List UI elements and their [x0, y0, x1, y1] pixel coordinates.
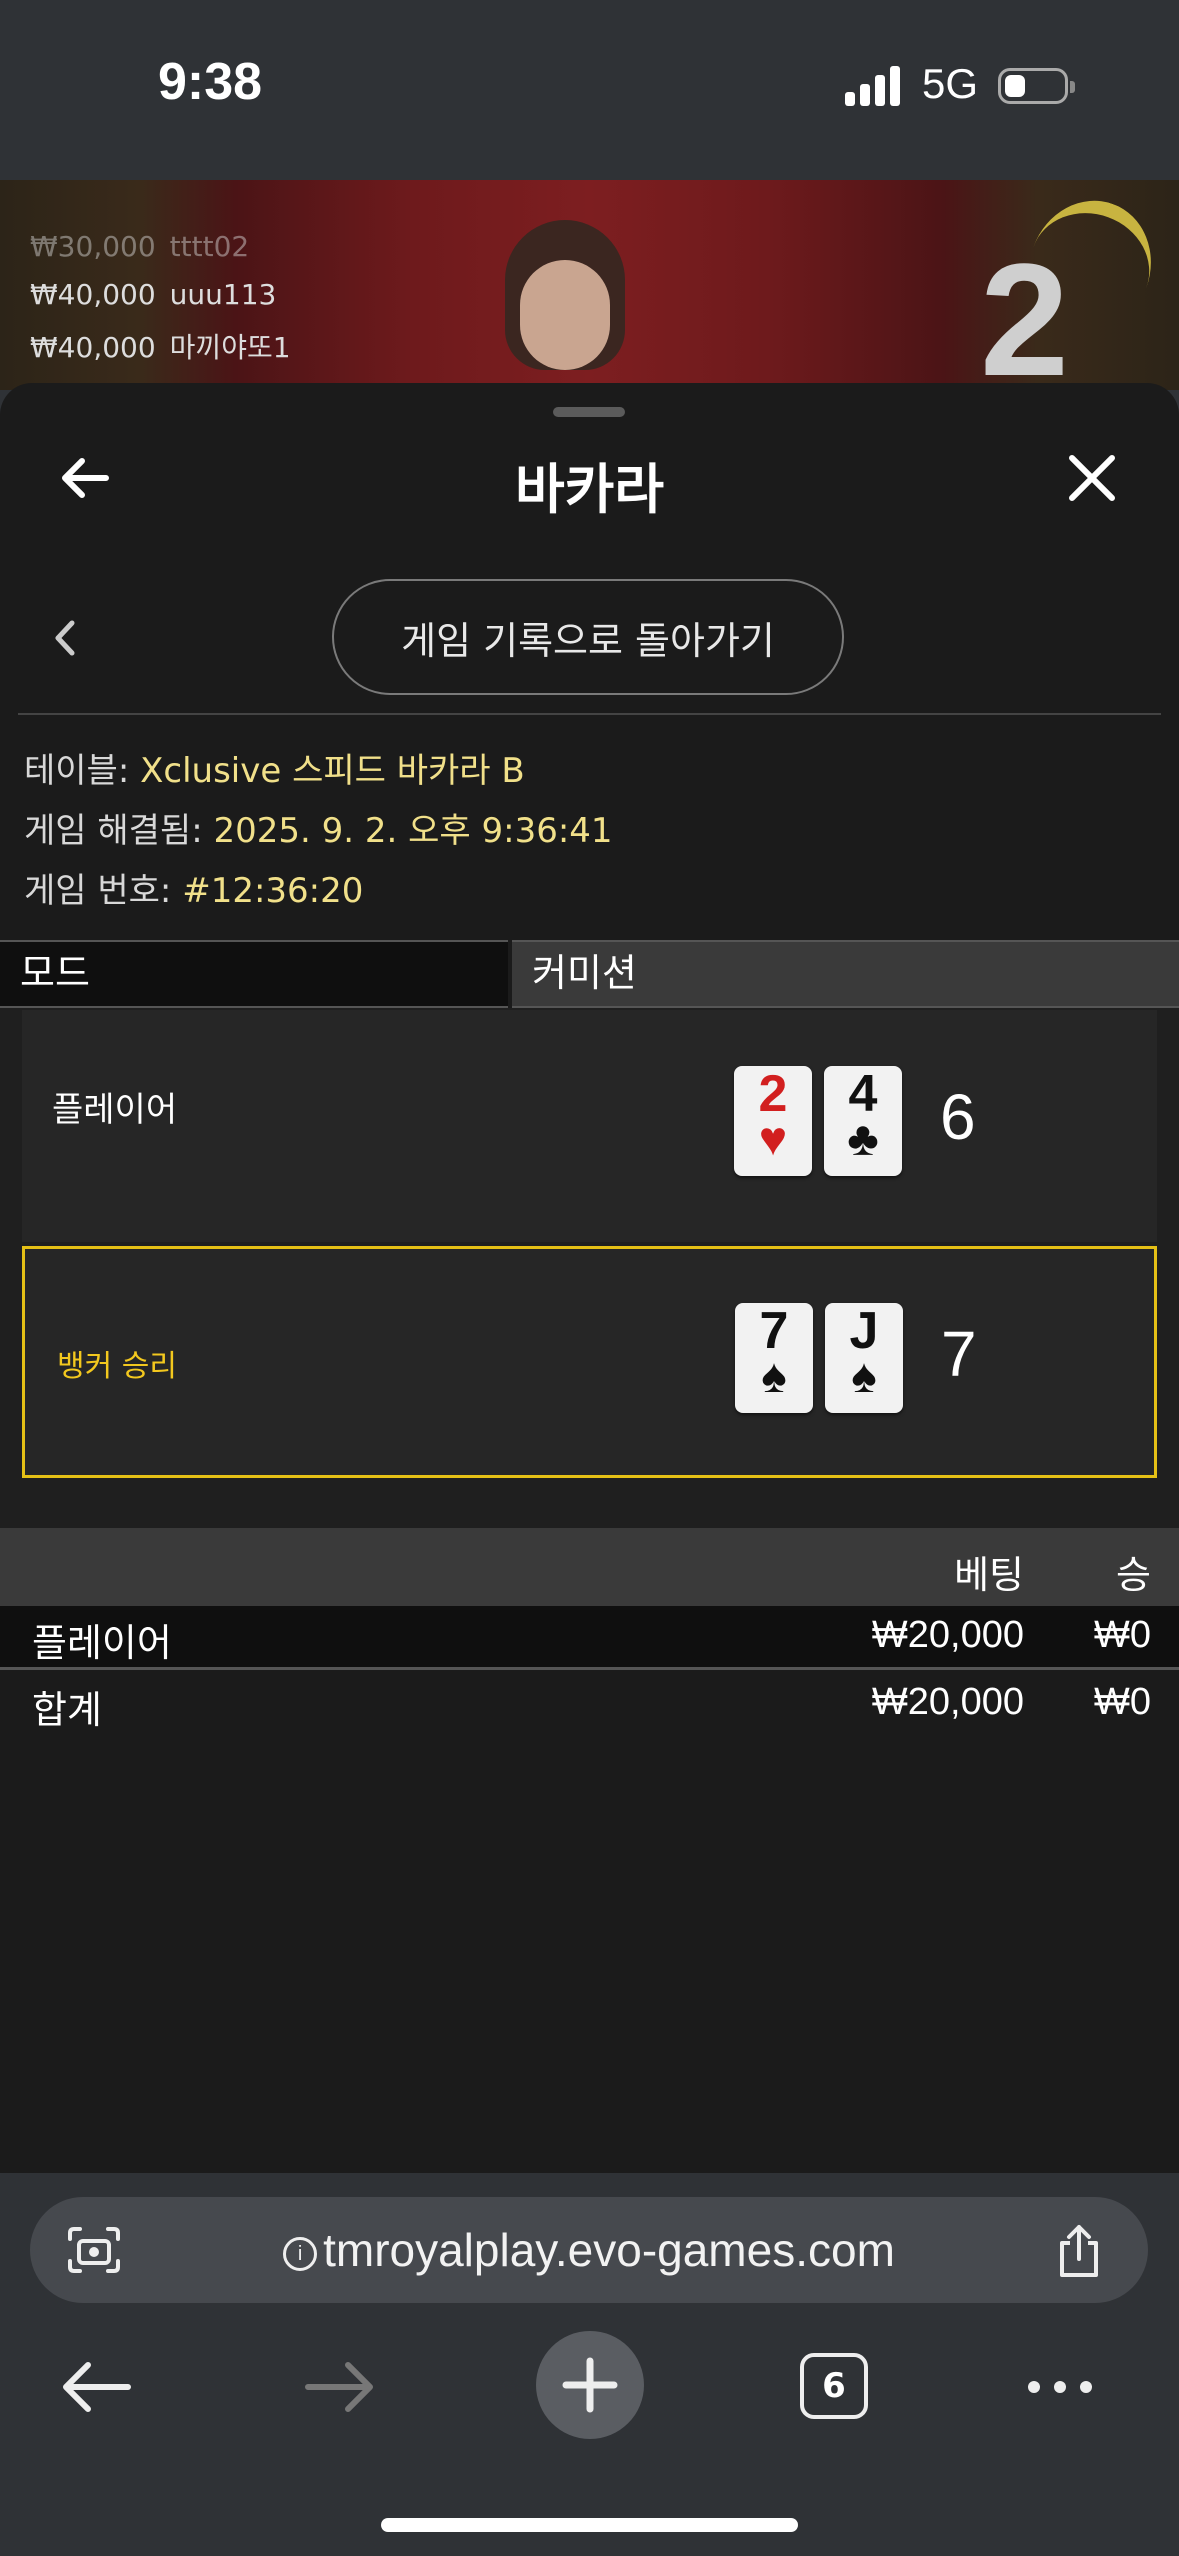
- mode-label: 모드: [0, 940, 508, 1008]
- back-to-history-button[interactable]: 게임 기록으로 돌아가기: [332, 579, 844, 695]
- sheet-grabber[interactable]: [553, 407, 625, 417]
- address-bar[interactable]: i tmroyalplay.evo-games.com: [30, 2197, 1148, 2303]
- bet-ticker-item: ₩40,000 uuu113: [30, 278, 277, 311]
- chevron-left-icon[interactable]: [46, 613, 86, 663]
- page-title: 바카라: [514, 458, 665, 521]
- banker-hand: 뱅커 승리 7 ♠ J ♠ 7: [22, 1246, 1157, 1478]
- hand-label: 플레이어: [52, 1090, 178, 1130]
- club-icon: ♣: [847, 1113, 879, 1166]
- playing-card: J ♠: [825, 1303, 903, 1413]
- hand-score: 7: [941, 1318, 977, 1390]
- spade-icon: ♠: [761, 1350, 787, 1403]
- info-icon[interactable]: i: [283, 2236, 318, 2271]
- live-video: ₩30,000 tttt02 ₩40,000 uuu113 ₩40,000 마끼야또1…: [0, 180, 1179, 390]
- network-type: 5G: [922, 60, 979, 107]
- table-row: 플레이어 ₩20,000 ₩0: [0, 1606, 1179, 1670]
- browser-toolbar: i tmroyalplay.evo-games.com 6: [0, 2173, 1179, 2556]
- url-text[interactable]: i tmroyalplay.evo-games.com: [30, 2223, 1148, 2277]
- hand-label: 뱅커 승리: [57, 1349, 177, 1384]
- tabs-button[interactable]: 6: [800, 2353, 868, 2419]
- close-icon[interactable]: [1062, 448, 1122, 508]
- new-tab-button[interactable]: [536, 2331, 644, 2439]
- bet-table-header: 베팅 승: [0, 1528, 1179, 1606]
- info-table: 테이블: Xclusive 스피드 바카라 B: [24, 751, 525, 791]
- signal-icon: [845, 66, 905, 106]
- plus-icon: [562, 2357, 618, 2413]
- bet-ticker-item: ₩40,000 마끼야또1: [30, 331, 291, 364]
- mode-row: 모드 커미션: [0, 940, 1179, 1008]
- total-row: 합계 ₩20,000 ₩0: [0, 1673, 1179, 1737]
- share-icon[interactable]: [1052, 2221, 1106, 2281]
- mode-value: 커미션: [512, 940, 1179, 1008]
- playing-card: 4 ♣: [824, 1066, 902, 1176]
- more-icon[interactable]: [1022, 2369, 1098, 2405]
- spade-icon: ♠: [851, 1350, 877, 1403]
- home-indicator[interactable]: [381, 2518, 798, 2532]
- battery-icon: [998, 68, 1075, 104]
- game-history-sheet: 바카라 게임 기록으로 돌아가기 테이블: Xclusive 스피드 바카라 B…: [0, 383, 1179, 2173]
- countdown-timer: 2: [980, 230, 1069, 391]
- hand-results: 플레이어 2 ♥ 4 ♣ 6 뱅커 승리 7 ♠ J ♠ 7: [0, 1008, 1179, 1528]
- heart-icon: ♥: [758, 1113, 788, 1166]
- bet-ticker-item: ₩30,000 tttt02: [30, 230, 250, 263]
- status-time: 9:38: [158, 53, 263, 111]
- hand-score: 6: [940, 1081, 976, 1153]
- forward-icon[interactable]: [302, 2357, 378, 2417]
- playing-card: 2 ♥: [734, 1066, 812, 1176]
- divider: [18, 713, 1161, 715]
- status-bar: 9:38 5G: [0, 0, 1179, 180]
- back-icon[interactable]: [58, 2357, 134, 2417]
- info-resolved: 게임 해결됨: 2025. 9. 2. 오후 9:36:41: [24, 811, 613, 851]
- info-game-number: 게임 번호: #12:36:20: [24, 871, 364, 911]
- playing-card: 7 ♠: [735, 1303, 813, 1413]
- player-hand: 플레이어 2 ♥ 4 ♣ 6: [22, 1010, 1157, 1242]
